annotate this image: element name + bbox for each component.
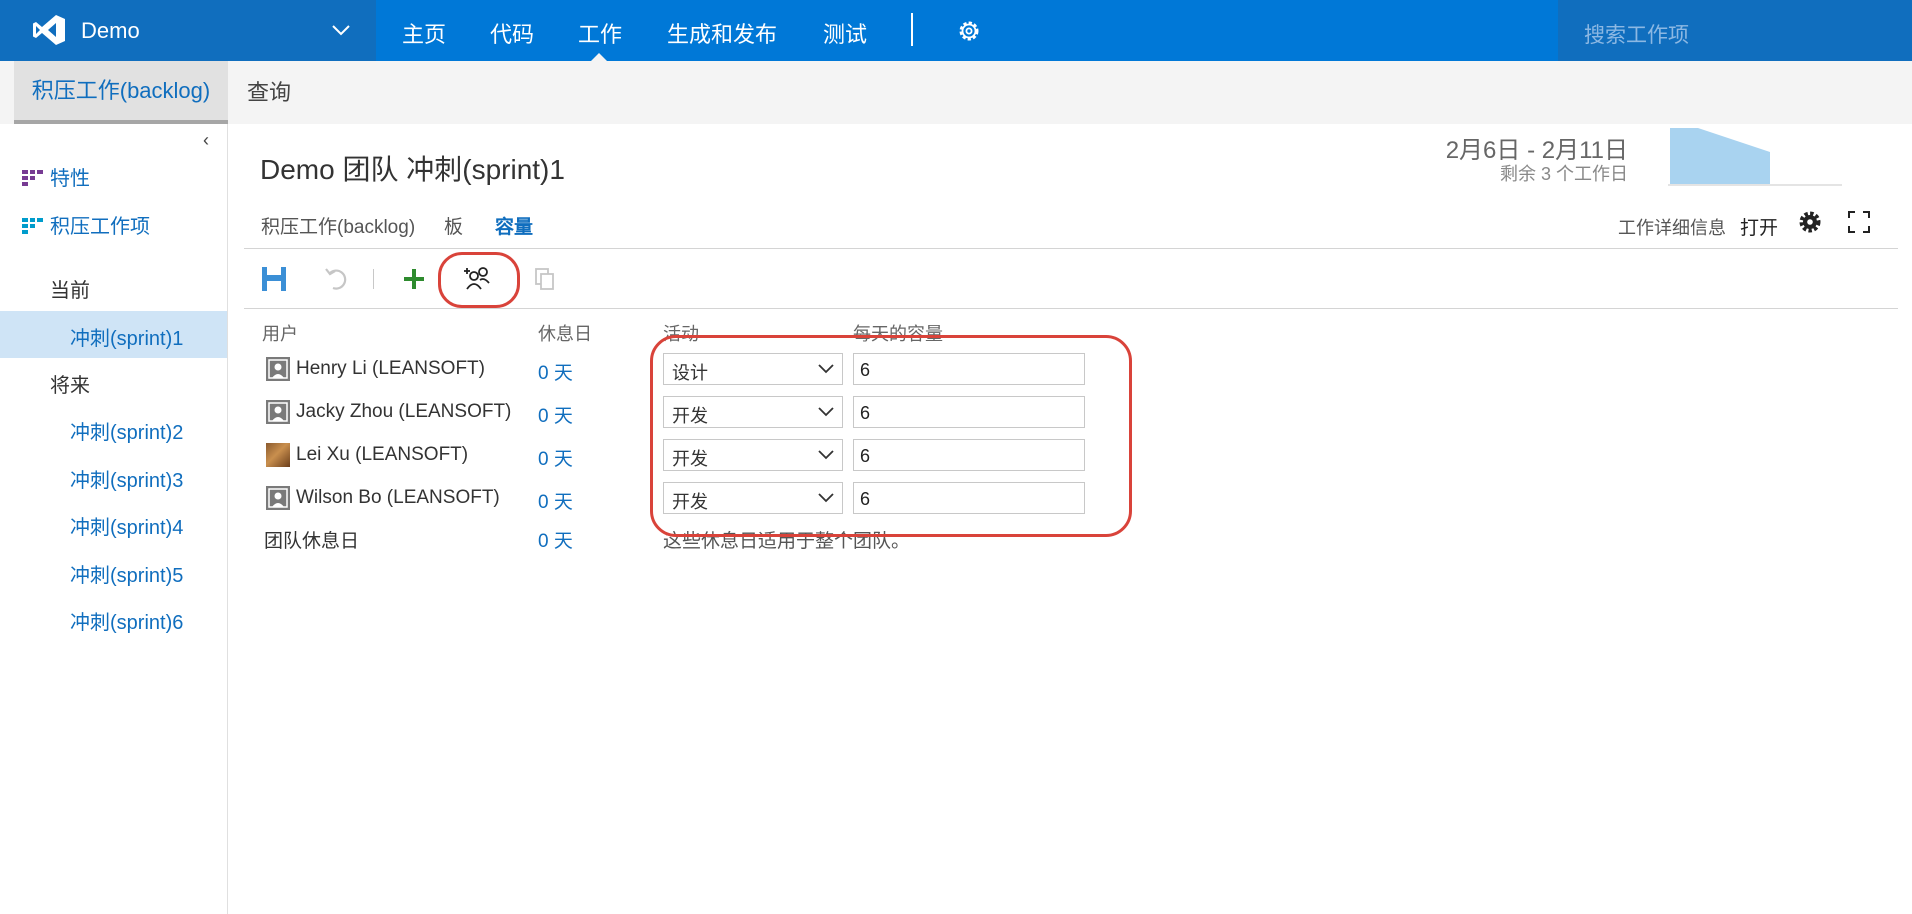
project-name: Demo — [81, 18, 140, 43]
hub-bar: 积压工作(backlog) 查询 — [0, 61, 1912, 124]
user-icon — [268, 359, 288, 379]
pivot-backlog[interactable]: 积压工作(backlog) — [261, 212, 415, 239]
toolbar-separator — [373, 269, 374, 289]
sidebar-item-label: 积压工作项 — [50, 216, 150, 238]
left-pane: ‹ 特性 积压工作项 当前 冲刺(sprint)1 将来 冲刺(sprint)2… — [0, 124, 228, 914]
add-icon[interactable] — [399, 264, 429, 294]
sidebar-item-sprint1[interactable]: 冲刺(sprint)1 — [70, 322, 183, 351]
sidebar-item-sprint5[interactable]: 冲刺(sprint)5 — [70, 559, 183, 588]
user-name: Lei Xu (LEANSOFT) — [296, 444, 469, 465]
page-title: Demo 团队 冲刺(sprint)1 — [260, 154, 565, 185]
work-details-label: 工作详细信息 — [1618, 218, 1726, 238]
team-days-off-link[interactable]: 0 天 — [538, 526, 573, 553]
collapse-pane-icon[interactable]: ‹ — [203, 130, 209, 151]
user-name: Jacky Zhou (LEANSOFT) — [296, 401, 512, 422]
visual-studio-logo-icon — [33, 15, 65, 45]
column-header-days-off: 休息日 — [538, 324, 592, 344]
user-name: Henry Li (LEANSOFT) — [296, 358, 485, 379]
avatar — [266, 443, 290, 467]
avatar — [266, 357, 290, 381]
nav-home[interactable]: 主页 — [402, 17, 446, 49]
sidebar-item-backlog-items[interactable]: 积压工作项 — [22, 210, 150, 239]
search-work-items-box[interactable]: 搜索工作项 — [1558, 0, 1912, 61]
backlog-items-icon — [22, 218, 43, 234]
pivot-divider — [244, 248, 1898, 249]
toolbar-divider — [244, 308, 1898, 309]
chevron-down-icon[interactable] — [330, 19, 352, 41]
hub-tab-queries[interactable]: 查询 — [247, 61, 291, 124]
team-days-off-label: 团队休息日 — [264, 531, 360, 552]
days-off-link[interactable]: 0 天 — [538, 487, 573, 514]
project-selector[interactable]: Demo — [0, 0, 376, 61]
avatar — [266, 400, 290, 424]
pivot-board[interactable]: 板 — [444, 212, 463, 239]
highlight-circle-annotation — [438, 252, 520, 308]
sidebar-item-sprint2[interactable]: 冲刺(sprint)2 — [70, 416, 183, 445]
sidebar-item-features[interactable]: 特性 — [22, 162, 90, 191]
nav-build-release[interactable]: 生成和发布 — [667, 17, 777, 49]
fullscreen-icon[interactable] — [1847, 210, 1871, 234]
save-icon[interactable] — [259, 264, 289, 294]
sidebar-group-current: 当前 — [50, 280, 90, 302]
nav-divider — [911, 13, 913, 46]
work-details-toggle[interactable]: 打开 — [1740, 213, 1778, 240]
user-name: Wilson Bo (LEANSOFT) — [296, 487, 500, 508]
nav-test[interactable]: 测试 — [823, 17, 867, 49]
settings-gear-icon[interactable] — [1797, 209, 1823, 235]
undo-icon[interactable] — [321, 264, 351, 294]
features-backlog-icon — [22, 170, 43, 186]
burndown-chart-thumbnail[interactable] — [1668, 126, 1842, 186]
top-nav-bar: Demo 主页 代码 工作 生成和发布 测试 搜索工作项 — [0, 0, 1912, 61]
days-off-link[interactable]: 0 天 — [538, 401, 573, 428]
working-days-remaining: 剩余 3 个工作日 — [1499, 164, 1628, 184]
user-icon — [268, 402, 288, 422]
copy-capacity-icon[interactable] — [530, 264, 560, 294]
days-off-link[interactable]: 0 天 — [538, 358, 573, 385]
search-placeholder: 搜索工作项 — [1584, 24, 1689, 47]
days-off-link[interactable]: 0 天 — [538, 444, 573, 471]
user-icon — [268, 488, 288, 508]
column-header-user: 用户 — [262, 324, 298, 344]
sidebar-item-label: 特性 — [50, 168, 90, 190]
avatar — [266, 486, 290, 510]
sidebar-item-sprint4[interactable]: 冲刺(sprint)4 — [70, 511, 183, 540]
pivot-capacity[interactable]: 容量 — [495, 212, 533, 239]
nav-work[interactable]: 工作 — [578, 17, 622, 49]
active-nav-indicator — [591, 53, 607, 61]
hub-tab-backlog[interactable]: 积压工作(backlog) — [14, 61, 228, 124]
sidebar-item-sprint3[interactable]: 冲刺(sprint)3 — [70, 464, 183, 493]
sidebar-item-sprint6[interactable]: 冲刺(sprint)6 — [70, 606, 183, 635]
gear-icon[interactable] — [956, 18, 982, 44]
nav-code[interactable]: 代码 — [490, 17, 534, 49]
highlight-box-annotation — [650, 335, 1132, 537]
sidebar-group-future: 将来 — [50, 375, 90, 397]
